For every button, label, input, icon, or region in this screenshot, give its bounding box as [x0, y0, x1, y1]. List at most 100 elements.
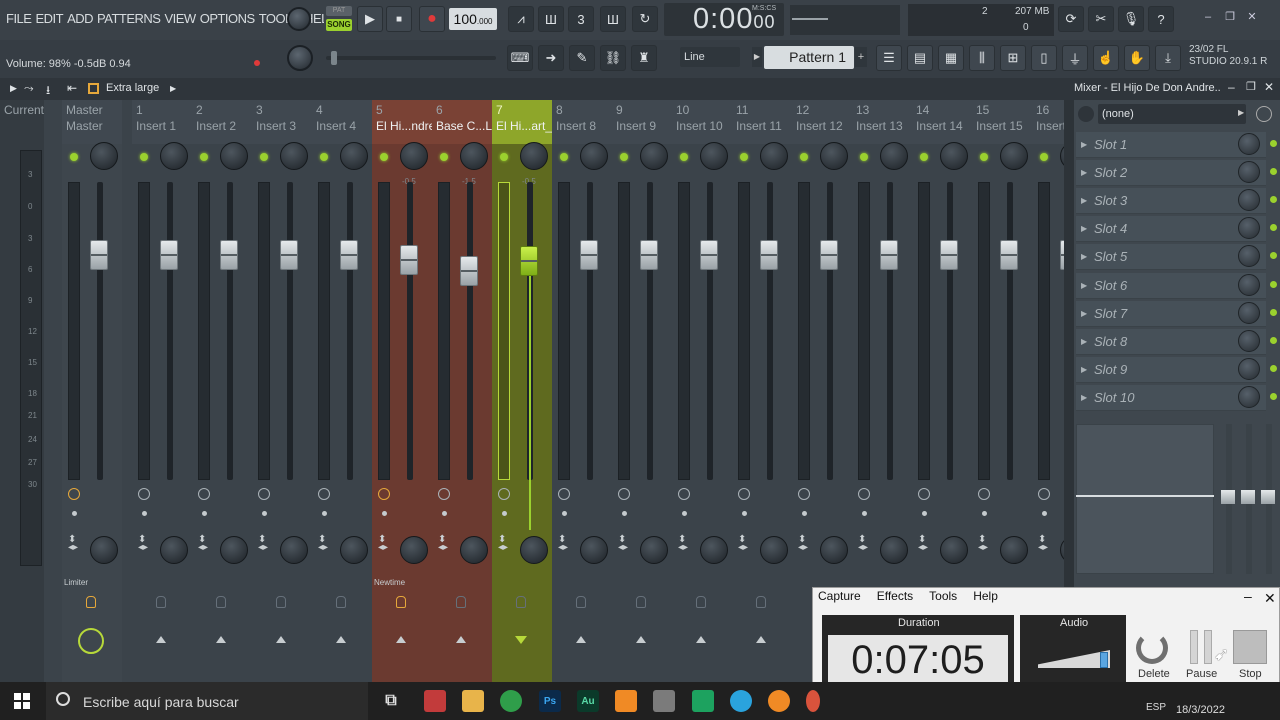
strip-volume-knob[interactable] [340, 142, 368, 170]
strip-route-dot[interactable] [682, 511, 687, 516]
strip-route-dot[interactable] [322, 511, 327, 516]
strip-clock-icon[interactable] [558, 488, 570, 500]
strip-swap-icon[interactable]: ⬍ ◂▸ [978, 535, 988, 553]
strip-enable-led[interactable] [140, 153, 148, 161]
insert-strip[interactable]: 5El Hi...ndres-0.5⬍◂▸Newtime [372, 100, 432, 682]
slot-expand-icon[interactable]: ▶ [1081, 365, 1087, 374]
strip-fader[interactable] [280, 240, 298, 270]
tempo-display[interactable]: 100.000 [449, 8, 497, 30]
strip-clock-icon[interactable] [498, 488, 510, 500]
strip-clock-icon[interactable] [738, 488, 750, 500]
strip-enable-led[interactable] [740, 153, 748, 161]
pat-mode-label[interactable]: PAT [326, 6, 352, 16]
slot-enable-led[interactable] [1270, 308, 1277, 316]
view-size-label[interactable]: Extra large [106, 82, 159, 94]
route-arrow-icon[interactable] [156, 636, 166, 643]
strip-swap-icon[interactable]: ⬍ ◂▸ [378, 535, 388, 553]
fx-slot[interactable]: ▶ Slot 10 [1076, 384, 1277, 411]
strip-volume-knob[interactable] [160, 142, 188, 170]
view-size-arrow-icon[interactable]: ▶ [170, 84, 176, 93]
strip-lock-icon[interactable] [456, 596, 466, 608]
capture-menu-capture[interactable]: Capture [818, 589, 861, 603]
strip-clock-icon[interactable] [918, 488, 930, 500]
strip-volume-knob[interactable] [760, 142, 788, 170]
strip-fader[interactable] [940, 240, 958, 270]
strip-clock-icon[interactable] [68, 488, 80, 500]
master-strip[interactable]: Master Master ⬍ ◂▸ Limiter [62, 100, 122, 682]
strip-swap-icon[interactable]: ⬍ ◂▸ [558, 535, 568, 553]
input-select-arrow-icon[interactable]: ▶ [1238, 108, 1244, 117]
slot-mix-knob[interactable] [1238, 385, 1260, 408]
strip-volume-knob[interactable] [820, 142, 848, 170]
slot-enable-led[interactable] [1270, 364, 1277, 372]
app-icon-orange[interactable] [768, 690, 790, 712]
strip-route-dot[interactable] [922, 511, 927, 516]
strip-enable-led[interactable] [320, 153, 328, 161]
app-icon-red[interactable] [806, 690, 820, 712]
insert-strip[interactable]: 6Base C...L DJ-1.5⬍◂▸ [432, 100, 492, 682]
help-button[interactable]: ? [1148, 6, 1174, 32]
strip-route-dot[interactable] [622, 511, 627, 516]
language-indicator[interactable]: ESP [1146, 702, 1166, 713]
insert-strip[interactable]: 4 Insert 4 ⬍ ◂▸ [312, 100, 372, 682]
telegram-icon[interactable] [730, 690, 752, 712]
add-pattern-icon[interactable]: + [855, 47, 867, 67]
route-arrow-icon[interactable] [515, 636, 527, 644]
stop-capture-button[interactable] [1233, 630, 1267, 664]
touch-controller-button[interactable]: ☝ [1093, 45, 1119, 71]
insert-strip[interactable]: 7El Hi...art_1-0.5⬍◂▸ [492, 100, 552, 682]
app-icon-generic[interactable] [653, 690, 675, 712]
strip-route-dot[interactable] [382, 511, 387, 516]
wait-input-button[interactable]: Ш [538, 6, 564, 32]
route-arrow-icon[interactable] [336, 636, 346, 643]
mixer-minimize-icon[interactable]: – [1228, 80, 1235, 94]
strip-volume-knob[interactable] [220, 142, 248, 170]
strip-swap-icon[interactable]: ⬍ ◂▸ [318, 535, 328, 553]
menu-edit[interactable]: EDIT [35, 11, 63, 26]
route-arrow-icon[interactable] [756, 636, 766, 643]
strip-swap-icon[interactable]: ⬍ ◂▸ [138, 535, 148, 553]
strip-enable-led[interactable] [800, 153, 808, 161]
piano-roll-view-button[interactable]: ▤ [907, 45, 933, 71]
strip-pan-knob[interactable] [640, 536, 668, 564]
strip-route-dot[interactable] [202, 511, 207, 516]
slot-enable-led[interactable] [1270, 392, 1277, 400]
step-edit-button[interactable]: Ш [600, 6, 626, 32]
insert-strip[interactable]: 1 Insert 1 ⬍ ◂▸ [132, 100, 192, 682]
strip-pan-knob[interactable] [1000, 536, 1028, 564]
strip-enable-led[interactable] [1040, 153, 1048, 161]
strip-volume-knob[interactable] [640, 142, 668, 170]
insert-strip[interactable]: 2 Insert 2 ⬍ ◂▸ [192, 100, 252, 682]
refresh-button[interactable]: ⟳ [1058, 6, 1084, 32]
strip-fader[interactable] [340, 240, 358, 270]
capture-close-icon[interactable]: ✕ [1264, 590, 1276, 607]
strip-swap-icon[interactable]: ⬍ ◂▸ [438, 535, 448, 553]
strip-lock-icon[interactable] [86, 596, 96, 608]
loop-record-button[interactable]: ↻ [632, 6, 658, 32]
strip-pan-knob[interactable] [220, 536, 248, 564]
strip-enable-led[interactable] [440, 153, 448, 161]
strip-lock-icon[interactable] [756, 596, 766, 608]
strip-clock-icon[interactable] [318, 488, 330, 500]
audio-volume-slider[interactable] [1100, 652, 1108, 668]
eq-band-3-fader[interactable] [1261, 490, 1275, 504]
strip-enable-led[interactable] [200, 153, 208, 161]
strip-lock-icon[interactable] [216, 596, 226, 608]
app-winrar-icon[interactable] [424, 690, 446, 712]
pause-icon-bar[interactable] [1204, 630, 1212, 664]
strip-swap-icon[interactable]: ⬍ ◂▸ [1038, 535, 1048, 553]
strip-clock-icon[interactable] [258, 488, 270, 500]
strip-enable-led[interactable] [260, 153, 268, 161]
input-select[interactable]: (none) [1098, 104, 1246, 124]
strip-route-dot[interactable] [72, 511, 77, 516]
strip-clock-icon[interactable] [858, 488, 870, 500]
strip-pan-knob[interactable] [940, 536, 968, 564]
strip-pan-knob[interactable] [460, 536, 488, 564]
playlist-button[interactable]: ☰ [876, 45, 902, 71]
strip-clock-icon[interactable] [438, 488, 450, 500]
slot-expand-icon[interactable]: ▶ [1081, 168, 1087, 177]
slot-expand-icon[interactable]: ▶ [1081, 140, 1087, 149]
pattern-prev-icon[interactable]: ▶ [752, 47, 762, 67]
strip-volume-knob[interactable] [1000, 142, 1028, 170]
strip-fader[interactable] [700, 240, 718, 270]
